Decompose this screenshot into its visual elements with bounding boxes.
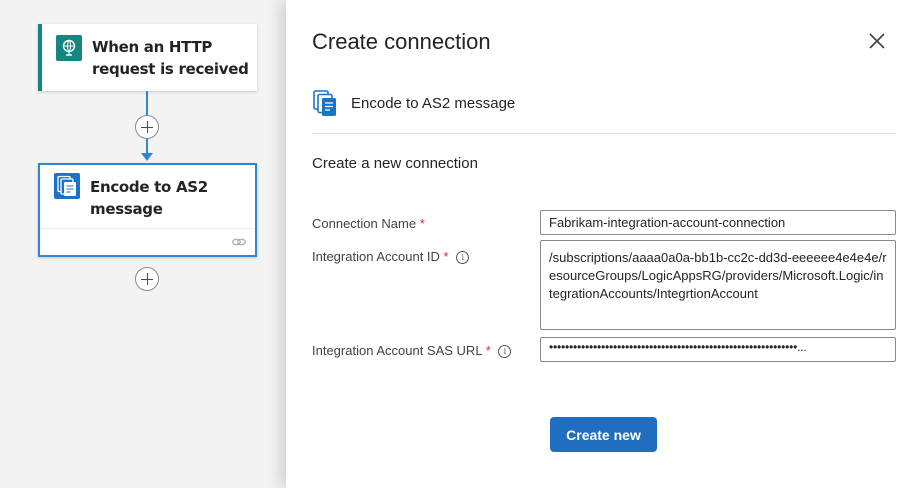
trigger-card-http-request[interactable]: When an HTTP request is received xyxy=(38,24,257,91)
close-icon[interactable] xyxy=(868,32,886,50)
action-title: Encode to AS2 message xyxy=(90,178,208,218)
integration-account-id-input[interactable]: /subscriptions/aaaa0a0a-bb1b-cc2c-dd3d-e… xyxy=(540,240,896,330)
add-step-button[interactable] xyxy=(135,115,159,139)
sas-url-label: Integration Account SAS URL * i xyxy=(312,343,512,358)
workflow-canvas: When an HTTP request is received Encode … xyxy=(0,0,286,488)
required-mark: * xyxy=(443,249,449,264)
panel-title: Create connection xyxy=(312,29,491,54)
connection-name-input[interactable]: Fabrikam-integration-account-connection xyxy=(540,210,896,235)
connector-line xyxy=(146,139,148,154)
action-card-footer xyxy=(40,228,255,255)
section-title: Create a new connection xyxy=(312,155,478,172)
create-connection-panel: Create connection Encode to AS2 message … xyxy=(286,0,922,488)
required-mark: * xyxy=(419,216,425,231)
info-icon[interactable]: i xyxy=(456,251,470,264)
trigger-title: When an HTTP request is received xyxy=(92,38,249,78)
divider xyxy=(312,133,896,134)
info-icon[interactable]: i xyxy=(498,345,512,358)
connection-name-label: Connection Name * xyxy=(312,216,425,231)
integration-account-id-label: Integration Account ID * i xyxy=(312,249,470,264)
required-mark: * xyxy=(485,343,491,358)
connector-name: Encode to AS2 message xyxy=(351,95,516,112)
link-icon xyxy=(231,235,247,249)
http-request-icon xyxy=(56,35,82,61)
action-card-encode-as2[interactable]: Encode to AS2 message xyxy=(38,163,257,257)
sas-url-input[interactable]: ••••••••••••••••••••••••••••••••••••••••… xyxy=(540,337,896,362)
as2-encode-icon xyxy=(54,173,80,199)
connector-line xyxy=(146,91,148,117)
create-new-button[interactable]: Create new xyxy=(550,417,657,452)
connector-arrow xyxy=(141,153,153,161)
add-step-button[interactable] xyxy=(135,267,159,291)
as2-encode-icon xyxy=(313,90,338,117)
